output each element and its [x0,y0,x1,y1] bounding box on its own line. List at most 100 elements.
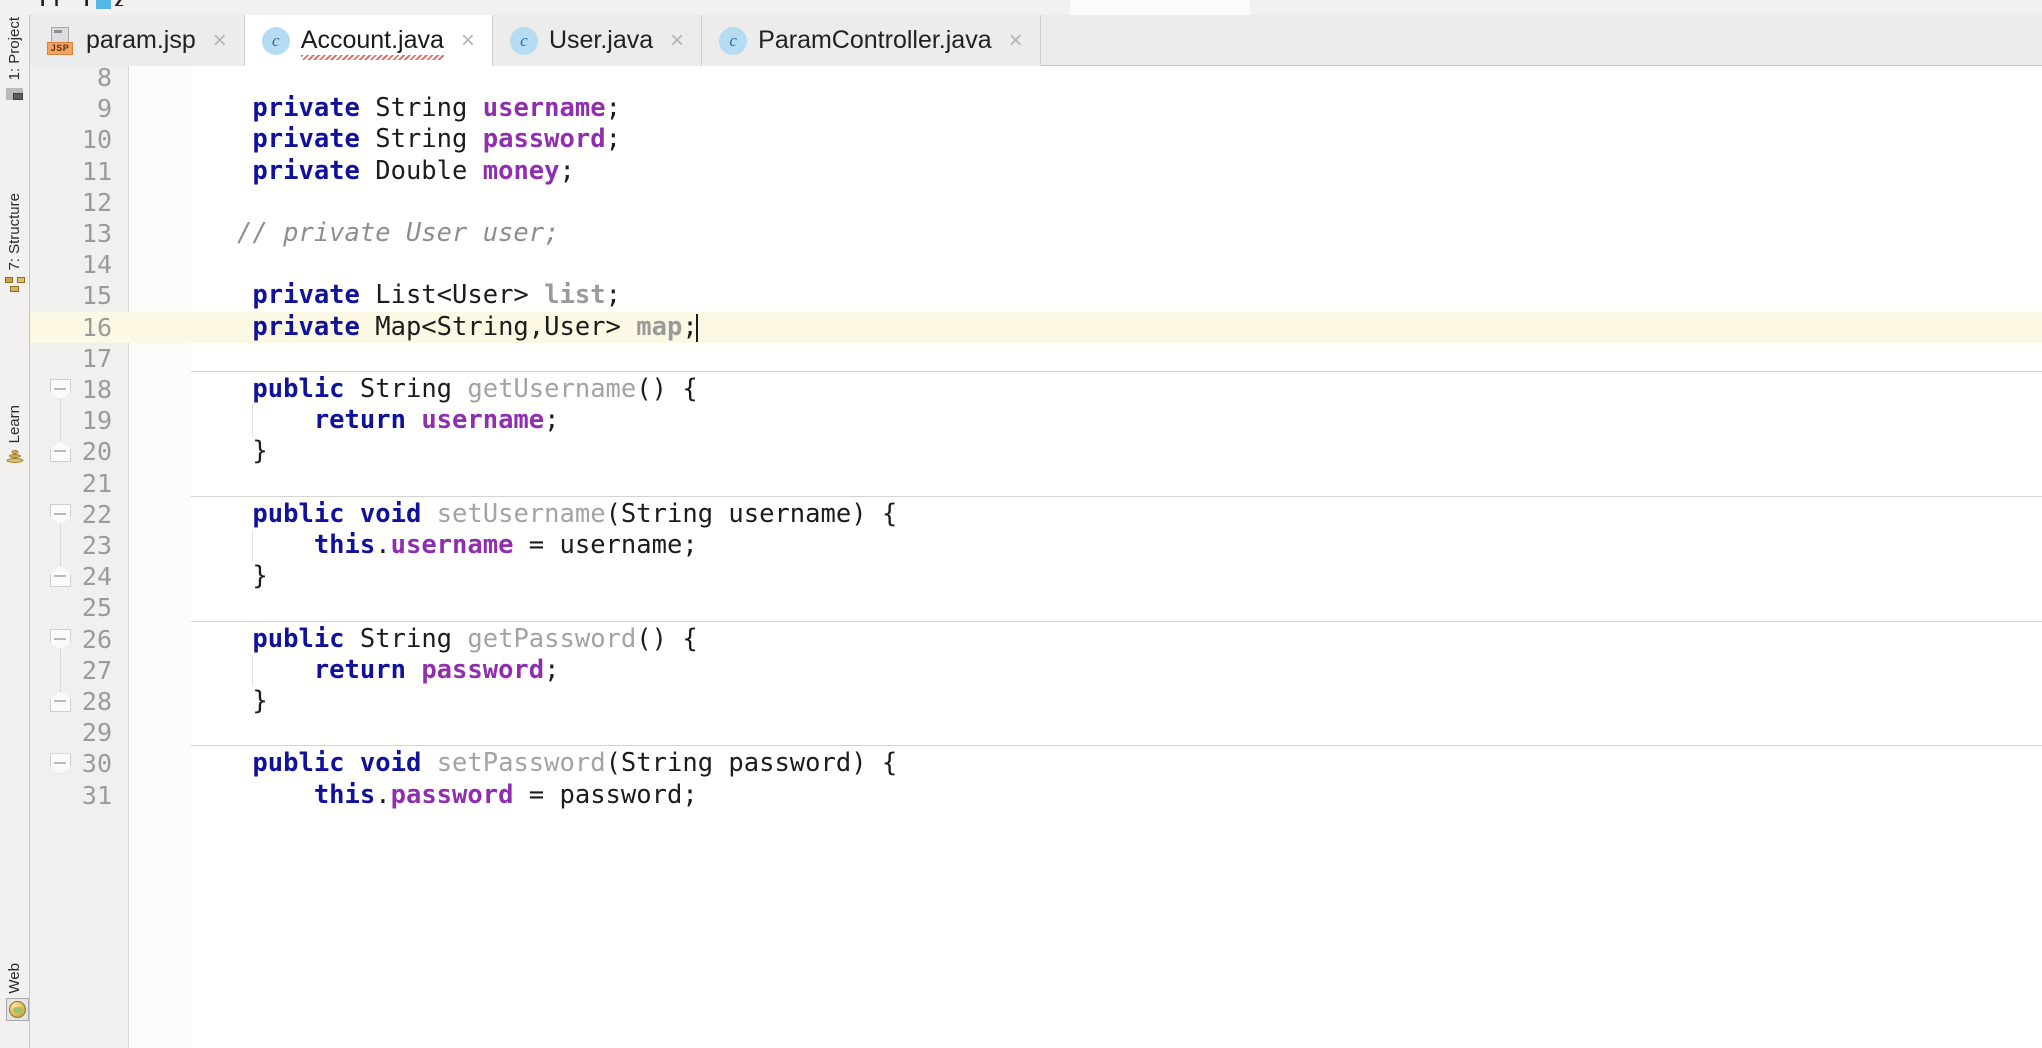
tab-param-jsp[interactable]: JSP param.jsp × [30,15,245,66]
code-line-text: return username; [191,405,560,436]
line-number: 30 [81,749,112,779]
project-icon [5,83,25,103]
sidebar-item-label: Web [6,963,23,994]
code-token: getPassword [467,623,637,654]
code-token: = username; [513,530,698,560]
tab-paramcontroller-java[interactable]: c ParamController.java × [702,15,1041,66]
code-line-text: private String password; [191,124,621,155]
tab-label: ParamController.java [758,26,992,54]
code-line[interactable] [30,468,2042,499]
line-number: 13 [81,219,112,248]
sidebar-item-learn[interactable]: Learn [0,405,29,469]
left-tool-stripe: 1: Project 7: Structure Learn Web [0,15,30,1048]
line-number: 23 [81,531,112,560]
fold-expand-icon[interactable] [50,628,71,650]
line-number: 14 [81,250,112,280]
code-token: username [390,530,514,560]
clipped-seg [1070,0,1251,15]
code-token: ; [559,155,575,186]
tab-label: Account.java [300,26,445,60]
code-token: this [313,779,376,810]
code-token: Map<String,User> [375,311,621,342]
code-line-text: public void setPassword(String password)… [191,748,897,779]
text-caret [695,313,698,342]
code-line[interactable] [30,187,2042,218]
code-line-text: public String getPassword() { [191,623,697,655]
code-token: list [544,280,606,311]
method-separator [191,495,2042,497]
code-token: money [482,155,560,186]
fold-expand-icon[interactable] [50,379,71,400]
code-editor[interactable]: 89 private String username; 10 private St… [30,66,2042,1048]
close-icon[interactable]: × [1009,28,1023,53]
tab-account-java[interactable]: c Account.java × [244,15,493,66]
line-number: 12 [81,187,112,217]
fold-expand-icon[interactable] [50,503,71,525]
code-line[interactable] [30,343,2042,374]
jsp-badge-label: JSP [47,41,73,55]
fold-expand-icon[interactable] [50,753,71,775]
sidebar-item-label: Learn [6,405,23,444]
tab-user-java[interactable]: c User.java × [492,15,703,66]
clipped-breadcrumb-text: l ] _ j _ z _ [40,0,143,6]
code-line-text: private String username; [191,93,621,124]
code-token: ; [544,405,560,436]
code-token: (String password) { [605,748,898,779]
line-number: 19 [81,406,112,436]
fold-end-icon[interactable] [50,441,71,463]
close-icon[interactable]: × [670,28,684,53]
code-line[interactable] [30,561,2042,592]
code-token: username [421,405,545,436]
tab-label: User.java [548,26,654,54]
line-number: 11 [81,156,112,186]
code-line[interactable] [30,436,2042,467]
code-token: ; [605,124,621,155]
code-line[interactable] [30,249,2042,280]
clipped-seg [740,0,911,15]
clipped-seg [1250,0,1401,15]
code-token: password [421,654,545,685]
clipped-seg [910,0,1071,15]
code-token: void [359,498,422,529]
code-token: password [482,124,606,155]
code-line[interactable] [30,686,2042,717]
code-line[interactable] [30,66,2042,93]
code-token: private [252,124,360,155]
line-number: 25 [81,593,112,623]
code-line-text: return password; [191,655,560,686]
line-number: 22 [81,499,112,529]
line-number: 21 [81,468,112,498]
code-line-text: } [191,686,267,717]
sidebar-item-project[interactable]: 1: Project [0,17,29,106]
code-token: String [359,623,453,654]
sidebar-item-structure[interactable]: 7: Structure [0,193,29,297]
java-class-icon: c [509,26,538,55]
line-number: 18 [81,375,112,404]
clipped-seg [1570,0,1801,15]
line-number: 17 [81,343,112,373]
fold-end-icon[interactable] [50,691,71,712]
code-token: public [252,623,345,654]
code-line[interactable] [30,717,2042,748]
fold-end-icon[interactable] [50,566,71,588]
close-icon[interactable]: × [461,28,475,53]
code-token: ; [605,93,621,124]
close-icon[interactable]: × [213,28,227,53]
code-line[interactable] [30,592,2042,623]
sidebar-item-web[interactable]: Web [0,963,29,1021]
